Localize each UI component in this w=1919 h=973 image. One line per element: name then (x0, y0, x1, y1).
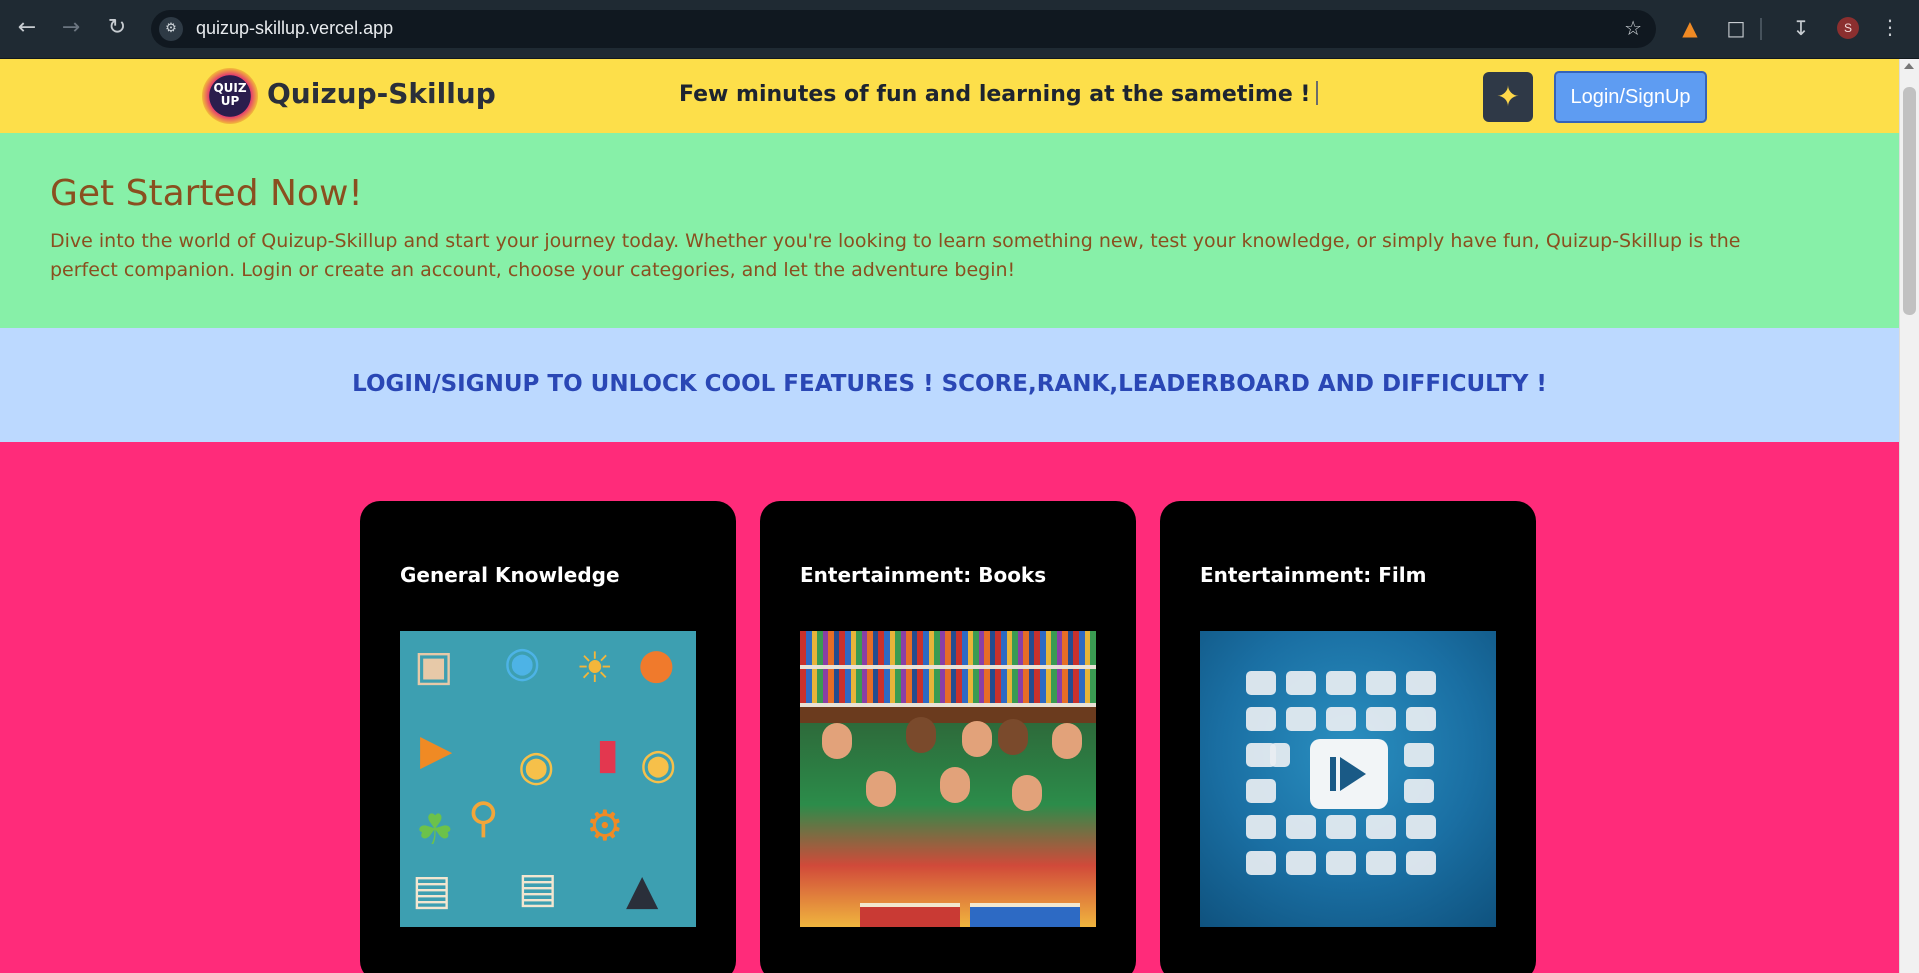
bookshelf-row (800, 631, 1096, 665)
mixer-icon (1366, 815, 1396, 839)
forward-icon[interactable]: → (56, 13, 86, 43)
back-icon[interactable]: ← (12, 13, 42, 43)
camera-icon (1326, 707, 1356, 731)
category-card-general-knowledge[interactable]: General Knowledge ▣ ◉ ☀ ● ▶ ◉ ▮ ◉ ☘ ⚲ ⚙ … (360, 501, 736, 973)
unlock-banner-text: LOGIN/SIGNUP TO UNLOCK COOL FEATURES ! S… (352, 371, 1547, 397)
slider-icon (1366, 671, 1396, 695)
category-card-entertainment-film[interactable]: Entertainment: Film (1160, 501, 1536, 973)
toolbar-divider (1760, 18, 1762, 40)
book-pile (970, 903, 1080, 927)
camera-icon (1326, 671, 1356, 695)
book-pile (860, 903, 960, 927)
download-icon[interactable]: ↧ (1787, 15, 1815, 41)
film-label-icon (1326, 815, 1356, 839)
open-book-icon: ▤ (412, 865, 452, 914)
reader-face (822, 723, 852, 759)
reader-face (906, 717, 936, 753)
triangle-icon (1246, 779, 1276, 803)
gear-icon: ⚙ (586, 801, 624, 850)
page-scrollbar[interactable] (1899, 59, 1919, 973)
reel-icon (1366, 707, 1396, 731)
sparkles-icon[interactable]: ✦ (1483, 72, 1533, 122)
magnifier-icon: ⚲ (468, 793, 499, 842)
shelf-board (800, 703, 1096, 707)
browser-toolbar: ← → ↻ ⚙ quizup-skillup.vercel.app ☆ ▲ □ … (0, 0, 1919, 59)
reader-face (1012, 775, 1042, 811)
megaphone-icon: ▶ (420, 725, 453, 774)
lightbulb-icon: ☀ (576, 643, 614, 692)
typing-tagline: Few minutes of fun and learning at the s… (679, 81, 1319, 107)
reader-face (940, 767, 970, 803)
monitor-icon (1406, 815, 1436, 839)
quizup-logo[interactable]: QUIZ UP (202, 68, 258, 124)
menu-kebab-icon[interactable]: ⋮ (1880, 15, 1900, 39)
category-title: Entertainment: Books (800, 563, 1047, 587)
get-started-text: Dive into the world of Quizup-Skillup an… (50, 230, 1741, 281)
camera-icon (1246, 707, 1276, 731)
grid-icon (1406, 851, 1436, 875)
rocket-icon (1404, 779, 1434, 803)
reader-face (866, 771, 896, 807)
reader-face (998, 719, 1028, 755)
site-header: QUIZ UP Quizup-Skillup Few minutes of fu… (0, 59, 1899, 133)
profile-avatar[interactable]: S (1837, 17, 1859, 39)
category-title: Entertainment: Film (1200, 563, 1427, 587)
book-icon: ▣ (414, 641, 454, 690)
books-illustration (800, 631, 1096, 927)
film-illustration (1200, 631, 1496, 927)
cloud-icon (1286, 671, 1316, 695)
readers-group (800, 717, 1096, 927)
lightbulb-icon: ◉ (518, 741, 555, 790)
play-icon (1310, 739, 1388, 809)
film-strip-icon (1246, 851, 1276, 875)
plant-icon: ☘ (416, 805, 454, 854)
cloud-icon (1246, 671, 1276, 695)
globe-icon: ◉ (504, 637, 541, 686)
bookshelf-row (800, 669, 1096, 703)
login-signup-button[interactable]: Login/SignUp (1554, 71, 1707, 123)
category-cards-section: General Knowledge ▣ ◉ ☀ ● ▶ ◉ ▮ ◉ ☘ ⚲ ⚙ … (0, 442, 1899, 973)
scroll-thumb[interactable] (1903, 87, 1916, 315)
open-book-icon: ▤ (518, 863, 558, 912)
typing-caret (1316, 81, 1319, 105)
bookmark-star-icon[interactable]: ☆ (1624, 16, 1642, 40)
cloud-icon (1406, 707, 1436, 731)
star-icon (1286, 851, 1316, 875)
monitor-icon (1406, 671, 1436, 695)
gear-icon (1404, 743, 1434, 767)
brand-title[interactable]: Quizup-Skillup (267, 77, 496, 110)
get-started-section: Get Started Now! Dive into the world of … (0, 133, 1899, 328)
clapperboard-icon (1326, 851, 1356, 875)
graduation-cap-icon: ▲ (626, 865, 659, 914)
extensions-puzzle-icon[interactable]: □ (1722, 15, 1750, 41)
unlock-banner: LOGIN/SIGNUP TO UNLOCK COOL FEATURES ! S… (0, 328, 1899, 442)
reload-icon[interactable]: ↻ (102, 13, 132, 43)
sparkle-icon (1286, 815, 1316, 839)
play-triangle (1340, 757, 1366, 791)
test-tube-icon: ▮ (596, 729, 620, 778)
metamask-fox-icon[interactable]: ▲ (1676, 15, 1704, 41)
lightbulb-icon: ◉ (640, 739, 677, 788)
fan-icon (1246, 815, 1276, 839)
logo-text: QUIZ UP (213, 81, 247, 108)
scroll-up-arrow-icon[interactable] (1904, 63, 1914, 69)
reader-face (962, 721, 992, 757)
tv-icon (1366, 851, 1396, 875)
page-content: QUIZ UP Quizup-Skillup Few minutes of fu… (0, 59, 1899, 973)
camera-icon (1286, 707, 1316, 731)
tagline-text: Few minutes of fun and learning at the s… (679, 82, 1311, 107)
address-bar[interactable]: ⚙ quizup-skillup.vercel.app ☆ (151, 10, 1656, 48)
speaker-icon (1270, 743, 1290, 767)
play-bar (1330, 757, 1336, 791)
globe-icon: ● (638, 639, 675, 688)
reader-face (1052, 723, 1082, 759)
category-title: General Knowledge (400, 563, 620, 587)
url-text[interactable]: quizup-skillup.vercel.app (196, 18, 393, 39)
get-started-title: Get Started Now! (50, 173, 363, 214)
category-card-entertainment-books[interactable]: Entertainment: Books (760, 501, 1136, 973)
general-knowledge-illustration: ▣ ◉ ☀ ● ▶ ◉ ▮ ◉ ☘ ⚲ ⚙ ▤ ▤ ▲ (400, 631, 696, 927)
site-info-icon[interactable]: ⚙ (159, 17, 183, 41)
